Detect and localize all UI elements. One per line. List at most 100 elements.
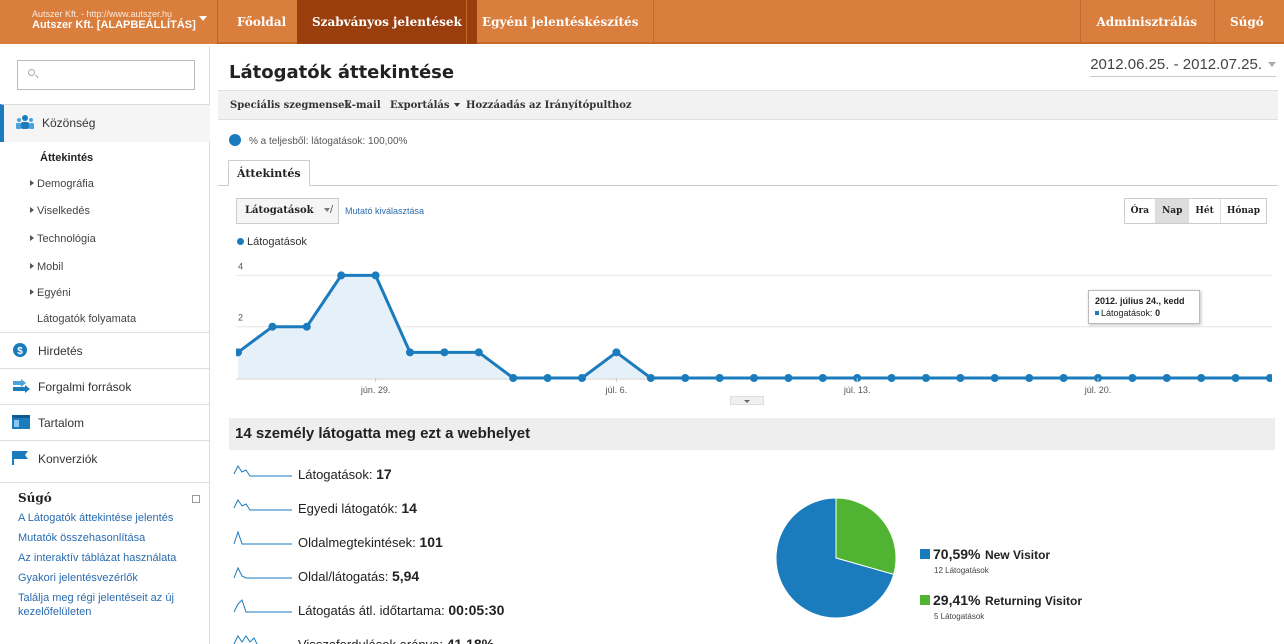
metric-text: Látogatások: 17	[298, 466, 392, 482]
data-point[interactable]	[818, 374, 827, 382]
sparkline-icon	[233, 499, 292, 511]
sidebar-item-audience[interactable]: Közönség	[0, 104, 210, 142]
help-title: Súgó	[18, 491, 52, 505]
sidebar-subitem-mobile[interactable]: Mobil	[30, 261, 63, 273]
data-point[interactable]	[956, 374, 965, 382]
content-icon	[12, 415, 30, 429]
add-to-dashboard-button[interactable]: Hozzáadás az Irányítópulthoz	[466, 100, 632, 111]
granularity-day[interactable]: Nap	[1155, 199, 1189, 223]
granularity-week[interactable]: Hét	[1188, 199, 1219, 223]
page-title: Látogatók áttekintése	[229, 62, 455, 83]
data-point[interactable]	[337, 271, 346, 280]
pie-segment-icon	[229, 134, 241, 146]
data-point[interactable]	[509, 374, 518, 382]
data-point[interactable]	[750, 374, 758, 382]
metric-separator: /	[330, 204, 334, 216]
data-point[interactable]	[887, 374, 896, 382]
top-navigation-bar: Autszer Kft. - http://www.autszer.hu Aut…	[0, 0, 1284, 73]
help-link[interactable]: Az interaktív táblázat használata	[18, 551, 192, 565]
audience-icon	[16, 115, 34, 129]
data-point[interactable]	[646, 374, 655, 382]
advanced-segments-button[interactable]: Speciális szegmensek	[230, 100, 351, 111]
sidebar-subitem-visitors-flow[interactable]: Látogatók folyamata	[37, 313, 136, 325]
sidebar-subitem-custom[interactable]: Egyéni	[30, 287, 71, 299]
metric-dropdown[interactable]: Látogatások	[236, 198, 339, 224]
data-point[interactable]	[1266, 374, 1272, 382]
data-point[interactable]	[578, 374, 586, 382]
metric-text: Egyedi látogatók: 14	[298, 500, 417, 516]
x-tick-label: júl. 13.	[843, 385, 871, 395]
data-point[interactable]	[612, 348, 621, 357]
nav-help[interactable]: Súgó ↗	[1214, 0, 1284, 73]
granularity-switch: Óra Nap Hét Hónap	[1123, 198, 1267, 224]
sidebar-item-label: Tartalom	[38, 416, 85, 430]
data-point[interactable]	[371, 271, 380, 280]
data-point[interactable]	[1025, 374, 1034, 382]
nav-custom-reporting[interactable]: Egyéni jelentéskészítés	[466, 0, 655, 44]
chevron-down-icon	[1268, 62, 1276, 67]
visits-line-chart[interactable]: 2 4 jún. 29. júl. 6. júl. 13. júl. 20.	[236, 250, 1272, 400]
legend-swatch	[920, 595, 930, 605]
help-link[interactable]: Találja meg régi jelentéseit az új kezel…	[18, 591, 192, 619]
sparkline-icon	[233, 599, 292, 613]
sidebar-subitem-technology[interactable]: Technológia	[30, 233, 96, 245]
help-link[interactable]: Gyakori jelentésvezérlők	[18, 571, 192, 585]
legend-swatch	[920, 549, 930, 559]
legend-label: Látogatások	[247, 236, 307, 248]
help-link[interactable]: Mutatók összehasonlítása	[18, 531, 192, 545]
data-point[interactable]	[543, 374, 552, 382]
select-metric-link[interactable]: Mutató kiválasztása	[345, 206, 424, 216]
sidebar-subitem-overview[interactable]: Áttekintés	[40, 152, 93, 164]
tooltip-metric: Látogatások: 0	[1095, 307, 1193, 319]
legend-dot	[237, 238, 244, 245]
data-point[interactable]	[784, 374, 793, 382]
email-button[interactable]: E-mail	[344, 100, 381, 111]
chart-tooltip: 2012. július 24., kedd Látogatások: 0	[1088, 290, 1200, 324]
data-point[interactable]	[474, 348, 483, 357]
nav-standard-reports[interactable]: Szabványos jelentések	[297, 0, 477, 44]
data-point[interactable]	[1128, 374, 1137, 382]
data-point[interactable]	[1059, 374, 1068, 382]
sidebar-item-conversions[interactable]: Konverziók	[0, 440, 210, 476]
data-point[interactable]	[302, 322, 311, 331]
granularity-hour[interactable]: Óra	[1125, 199, 1155, 223]
sidebar-item-traffic-sources[interactable]: Forgalmi források	[0, 368, 210, 404]
sidebar-item-label: Hirdetés	[38, 344, 83, 358]
summary-heading: 14 személy látogatta meg ezt a webhelyet	[229, 418, 1275, 450]
date-range-picker[interactable]: 2012.06.25. - 2012.07.25.	[1090, 56, 1276, 77]
data-point[interactable]	[1162, 374, 1171, 382]
data-point[interactable]	[922, 374, 930, 382]
account-selector[interactable]: Autszer Kft. - http://www.autszer.hu Aut…	[0, 0, 218, 44]
help-link[interactable]: A Látogatók áttekintése jelentés	[18, 511, 192, 525]
expand-arrow-icon	[30, 207, 34, 213]
chart-legend: Látogatások	[237, 236, 307, 248]
sidebar-item-content[interactable]: Tartalom	[0, 404, 210, 440]
data-point[interactable]	[990, 374, 999, 382]
granularity-month[interactable]: Hónap	[1219, 199, 1266, 223]
expand-arrow-icon	[30, 263, 34, 269]
sidebar-item-advertising[interactable]: $ Hirdetés	[0, 332, 210, 368]
data-point[interactable]	[1197, 374, 1206, 382]
account-name: Autszer Kft. [ALAPBEÁLLÍTÁS]	[32, 19, 196, 31]
search-icon	[28, 69, 35, 76]
series-color-swatch	[1095, 311, 1099, 315]
data-point[interactable]	[406, 348, 414, 357]
sidebar-subitem-behavior[interactable]: Viselkedés	[30, 205, 90, 217]
data-point[interactable]	[681, 374, 690, 382]
chart-collapse-toggle[interactable]	[730, 396, 764, 405]
expand-arrow-icon	[30, 289, 34, 295]
nav-home[interactable]: Főoldal	[222, 0, 301, 44]
data-point[interactable]	[715, 374, 724, 382]
data-point[interactable]	[1231, 374, 1240, 382]
sidebar-subitem-demographics[interactable]: Demográfia	[30, 178, 94, 190]
tab-overview[interactable]: Áttekintés	[228, 160, 310, 186]
export-button[interactable]: Exportálás	[390, 100, 460, 111]
data-point[interactable]	[268, 322, 277, 331]
data-point[interactable]	[440, 348, 449, 357]
visitor-type-pie-chart[interactable]	[774, 496, 898, 620]
sidebar: Közönség Áttekintés Demográfia Viselkedé…	[0, 46, 210, 644]
main-content: Látogatók áttekintése 2012.06.25. - 2012…	[212, 46, 1284, 644]
nav-admin[interactable]: Adminisztrálás	[1080, 0, 1212, 44]
search-input[interactable]	[17, 60, 195, 90]
collapse-icon[interactable]	[192, 495, 200, 503]
